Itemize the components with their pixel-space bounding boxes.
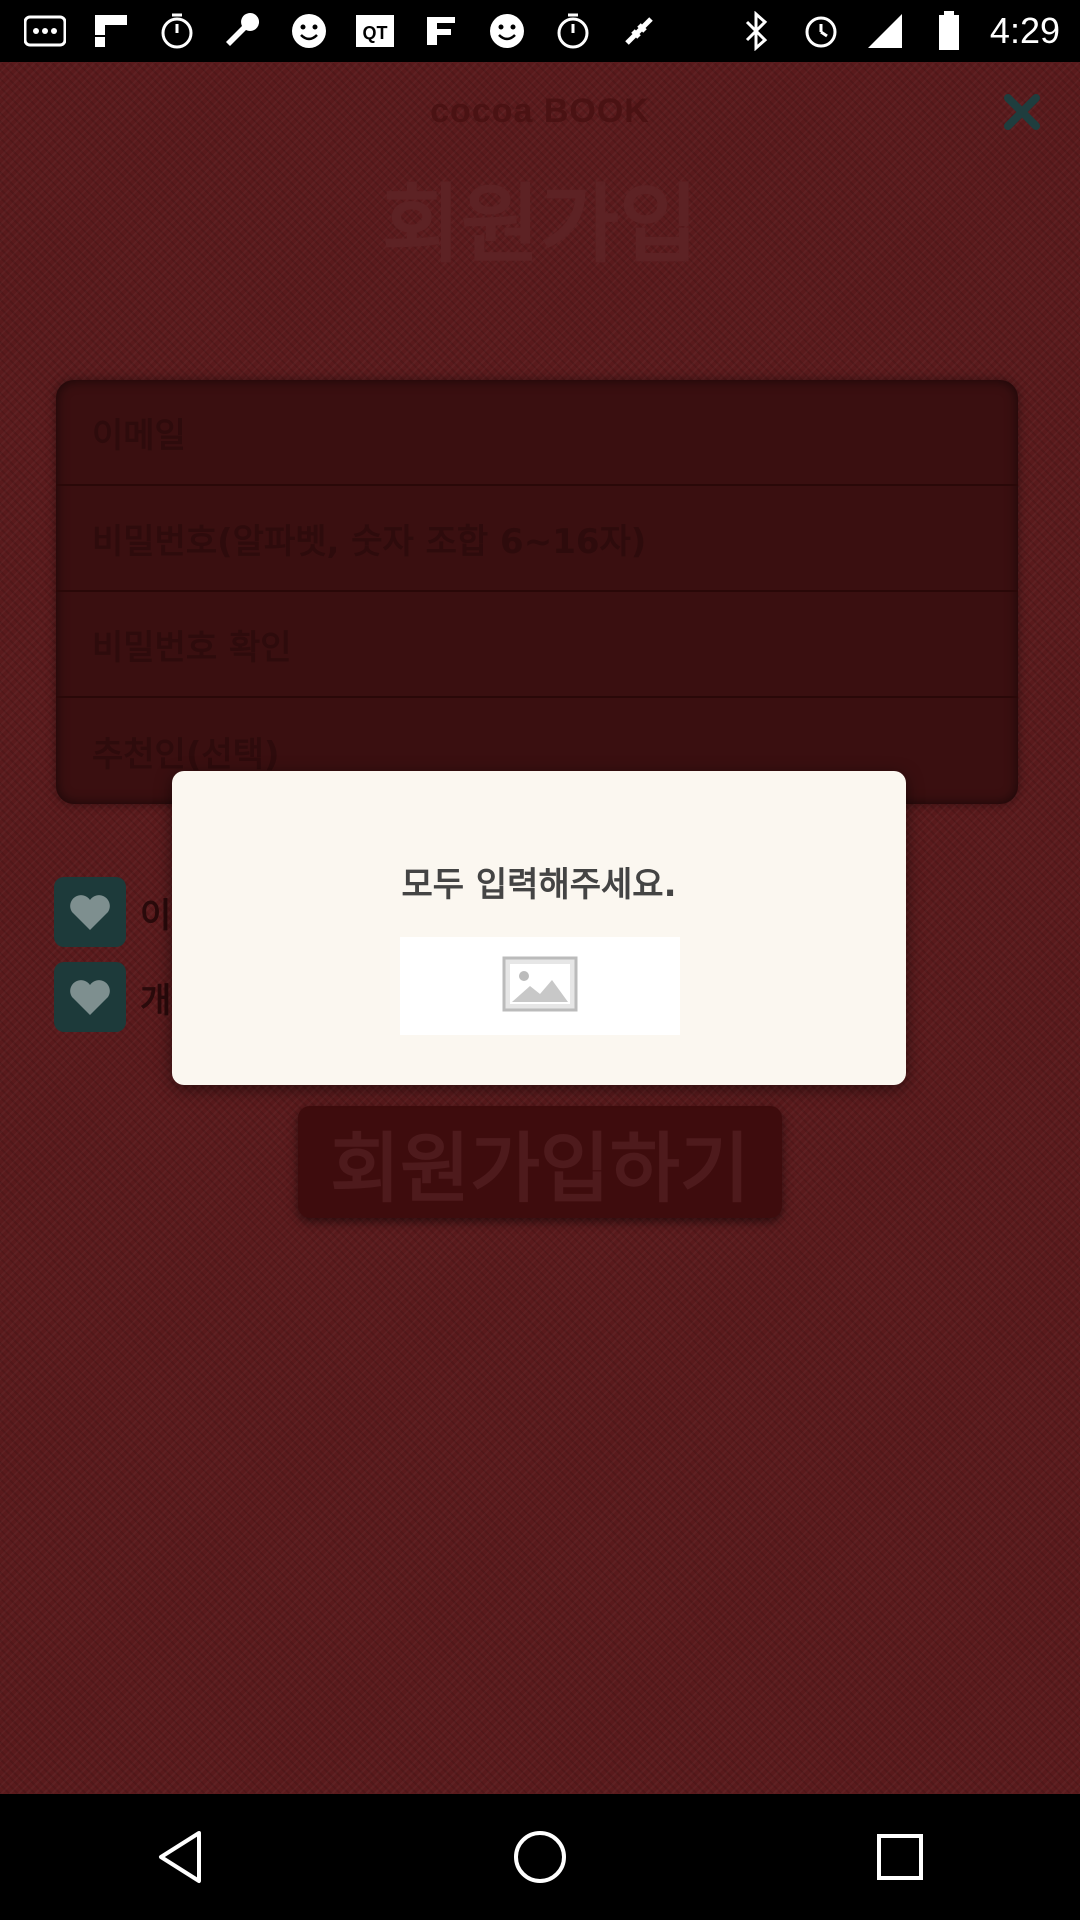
alert-dialog: 모두 입력해주세요. <box>172 771 906 1085</box>
password-confirm-placeholder: 비밀번호 확인 <box>92 627 292 668</box>
qt-icon: QT <box>352 8 398 54</box>
smiley-icon <box>286 8 332 54</box>
privacy-checkbox[interactable] <box>54 962 126 1032</box>
signal-icon <box>862 8 908 54</box>
navigation-bar <box>0 1794 1080 1920</box>
home-icon[interactable] <box>500 1817 580 1897</box>
signup-button-label: 회원가입하기 <box>330 1124 750 1213</box>
signup-form: 이메일 비밀번호(알파벳, 숫자 조합 6~16자) 비밀번호 확인 추천인(선… <box>56 380 1018 804</box>
password-placeholder: 비밀번호(알파벳, 숫자 조합 6~16자) <box>92 521 647 562</box>
terms-checkbox-row[interactable]: 이 <box>54 877 171 947</box>
email-field[interactable]: 이메일 <box>56 380 1018 486</box>
svg-text:QT: QT <box>363 23 388 43</box>
timer-icon <box>550 8 596 54</box>
timer-icon <box>154 8 200 54</box>
back-icon[interactable] <box>140 1817 220 1897</box>
close-icon[interactable] <box>1000 90 1044 134</box>
system-icons: 4:29 <box>734 8 1060 54</box>
notification-icons: QT <box>22 8 662 54</box>
privacy-label: 개 <box>140 980 172 1021</box>
password-confirm-field[interactable]: 비밀번호 확인 <box>56 592 1018 698</box>
broken-image-icon <box>502 956 578 1016</box>
brand-logo: cocoa BOOK <box>430 92 650 130</box>
more-icon <box>22 8 68 54</box>
fabric-icon <box>418 8 464 54</box>
smiley-icon <box>484 8 530 54</box>
dialog-confirm-button[interactable] <box>400 937 680 1035</box>
password-field[interactable]: 비밀번호(알파벳, 숫자 조합 6~16자) <box>56 486 1018 592</box>
bluetooth-icon <box>734 8 780 54</box>
signup-button[interactable]: 회원가입하기 <box>298 1106 782 1218</box>
status-bar: QT 4:29 <box>0 0 1080 62</box>
flipboard-icon <box>88 8 134 54</box>
terms-checkbox[interactable] <box>54 877 126 947</box>
page-title: 회원가입 <box>381 175 699 275</box>
wrench-icon <box>220 8 266 54</box>
alarm-icon <box>798 8 844 54</box>
dialog-message: 모두 입력해주세요. <box>401 865 677 905</box>
referrer-placeholder: 추천인(선택) <box>92 734 280 775</box>
fake-gps-icon <box>616 8 662 54</box>
clock: 4:29 <box>989 10 1060 51</box>
recents-icon[interactable] <box>860 1817 940 1897</box>
email-placeholder: 이메일 <box>92 415 186 456</box>
battery-icon <box>926 8 972 54</box>
privacy-checkbox-row[interactable]: 개 <box>54 962 171 1032</box>
terms-label: 이 <box>140 895 172 936</box>
